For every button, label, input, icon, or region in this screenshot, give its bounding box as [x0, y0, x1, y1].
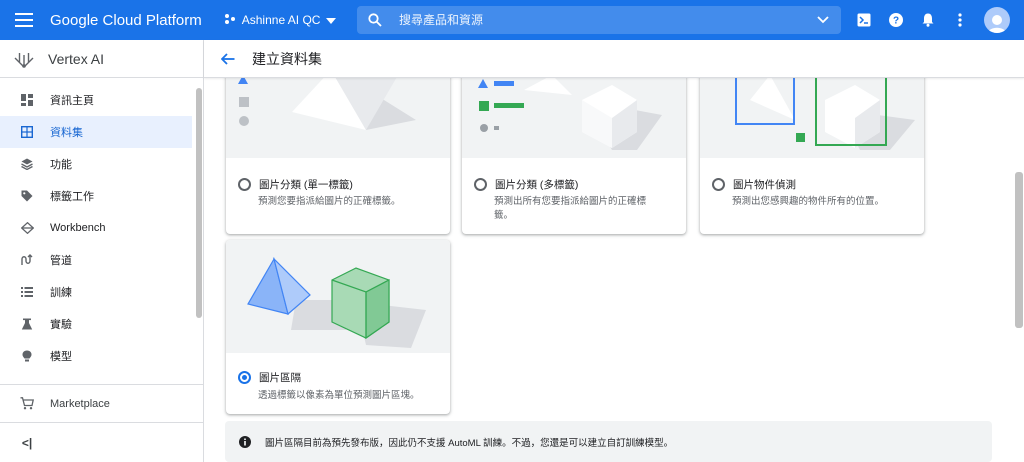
- option-description: 透過標籤以像素為單位預測圖片區塊。: [258, 390, 420, 401]
- sidebar-item-label: 管道: [50, 255, 72, 267]
- sidebar-item-label: 模型: [50, 351, 72, 363]
- option-card-multi-label[interactable]: 圖片分類 (多標籤) 預測出所有您要指派給圖片的正確標籤。: [462, 78, 686, 234]
- sidebar-item-workbench[interactable]: Workbench: [0, 212, 192, 244]
- segmentation-illustration: [226, 240, 450, 353]
- sidebar-item-models[interactable]: 模型: [0, 340, 192, 372]
- option-card-single-label[interactable]: 圖片分類 (單一標籤) 預測您要指派給圖片的正確標籤。: [226, 78, 450, 234]
- radio-multi-label[interactable]: [474, 178, 487, 191]
- search-bar[interactable]: [357, 6, 841, 34]
- project-icon: [224, 13, 236, 28]
- experiments-icon: [0, 318, 50, 330]
- cart-icon: [0, 397, 50, 410]
- sidebar-item-experiments[interactable]: 實驗: [0, 308, 192, 340]
- option-label: 圖片分類 (單一標籤): [259, 179, 353, 191]
- terminal-icon[interactable]: [848, 0, 880, 40]
- multi-label-illustration: [462, 78, 686, 158]
- option-row[interactable]: 圖片物件偵測: [712, 177, 796, 192]
- brand-title[interactable]: Google Cloud Platform: [50, 12, 202, 29]
- workbench-icon: [0, 222, 50, 234]
- search-input[interactable]: [393, 13, 805, 27]
- radio-object-detection[interactable]: [712, 178, 725, 191]
- sidebar-scrollbar[interactable]: [196, 88, 202, 318]
- search-icon: [357, 13, 393, 27]
- option-label: 圖片物件偵測: [733, 179, 796, 191]
- sidebar-nav: 資訊主頁 資料集 功能 標籤工作 Workbench 管道 訓練 實驗 模型: [0, 84, 192, 384]
- sidebar-item-pipelines[interactable]: 管道: [0, 244, 192, 276]
- option-label: 圖片分類 (多標籤): [495, 179, 579, 191]
- models-icon: [0, 350, 50, 362]
- pipelines-icon: [0, 254, 50, 266]
- sidebar-item-label: 訓練: [50, 287, 72, 299]
- option-row[interactable]: 圖片分類 (單一標籤): [238, 177, 353, 192]
- option-card-segmentation[interactable]: 圖片區隔 透過標籤以像素為單位預測圖片區塊。: [226, 240, 450, 414]
- dataset-icon: [0, 126, 50, 138]
- project-selector[interactable]: Ashinne AI QC: [218, 6, 343, 34]
- menu-icon[interactable]: [0, 0, 48, 40]
- back-arrow-icon[interactable]: [204, 52, 252, 65]
- more-vert-icon[interactable]: [944, 0, 976, 40]
- option-row[interactable]: 圖片區隔: [238, 370, 301, 385]
- help-icon[interactable]: ?: [880, 0, 912, 40]
- notifications-icon[interactable]: [912, 0, 944, 40]
- info-icon: [225, 435, 265, 448]
- collapse-icon: <|: [21, 435, 33, 450]
- page-header: 建立資料集: [204, 40, 1024, 78]
- top-app-bar: Google Cloud Platform Ashinne AI QC ?: [0, 0, 1024, 40]
- sidebar-item-label: 資料集: [50, 127, 83, 139]
- sidebar-item-label: 資訊主頁: [50, 95, 94, 107]
- features-icon: [0, 158, 50, 170]
- sidebar-item-datasets[interactable]: 資料集: [0, 116, 192, 148]
- product-name: Vertex AI: [48, 50, 105, 67]
- sidebar: Vertex AI 資訊主頁 資料集 功能 標籤工作 Workbench 管道: [0, 40, 204, 462]
- vertex-ai-logo-icon: [0, 50, 48, 68]
- sidebar-item-training[interactable]: 訓練: [0, 276, 192, 308]
- label-icon: [0, 190, 50, 202]
- sidebar-item-labeling[interactable]: 標籤工作: [0, 180, 192, 212]
- sidebar-item-label: 功能: [50, 159, 72, 171]
- option-label: 圖片區隔: [259, 372, 301, 384]
- radio-segmentation[interactable]: [238, 371, 251, 384]
- product-header: Vertex AI: [0, 40, 203, 78]
- main-content: 圖片分類 (單一標籤) 預測您要指派給圖片的正確標籤。 圖片分類 (多標籤) 預…: [205, 78, 1014, 462]
- option-row[interactable]: 圖片分類 (多標籤): [474, 177, 578, 192]
- option-description: 預測出您感興趣的物件所有的位置。: [732, 196, 885, 207]
- preview-notice: 圖片區隔目前為預先發布版，因此仍不支援 AutoML 訓練。不過，您還是可以建立…: [225, 421, 992, 462]
- sidebar-item-label: Workbench: [50, 222, 106, 234]
- option-description: 預測出所有您要指派給圖片的正確標籤。: [494, 196, 647, 221]
- dashboard-icon: [0, 94, 50, 106]
- sidebar-item-label: 實驗: [50, 319, 72, 331]
- single-label-illustration: [226, 78, 450, 158]
- page-title: 建立資料集: [252, 50, 322, 67]
- sidebar-item-dashboard[interactable]: 資訊主頁: [0, 84, 192, 116]
- sidebar-item-features[interactable]: 功能: [0, 148, 192, 180]
- content-scrollbar[interactable]: [1015, 172, 1023, 328]
- training-icon: [0, 286, 50, 298]
- chevron-down-icon[interactable]: [805, 16, 841, 24]
- notice-text: 圖片區隔目前為預先發布版，因此仍不支援 AutoML 訓練。不過，您還是可以建立…: [265, 437, 674, 449]
- sidebar-item-label: 標籤工作: [50, 191, 94, 203]
- top-actions: ?: [848, 0, 1024, 40]
- svg-text:?: ?: [893, 16, 899, 27]
- option-card-object-detection[interactable]: 圖片物件偵測 預測出您感興趣的物件所有的位置。: [700, 78, 924, 234]
- sidebar-item-marketplace[interactable]: Marketplace: [0, 384, 203, 422]
- collapse-sidebar-button[interactable]: <|: [0, 422, 203, 462]
- caret-down-icon: [326, 13, 337, 27]
- account-avatar[interactable]: [984, 7, 1010, 33]
- marketplace-label: Marketplace: [50, 397, 110, 410]
- project-name: Ashinne AI QC: [241, 13, 321, 27]
- object-detection-illustration: [700, 78, 924, 158]
- option-description: 預測您要指派給圖片的正確標籤。: [258, 196, 401, 207]
- radio-single-label[interactable]: [238, 178, 251, 191]
